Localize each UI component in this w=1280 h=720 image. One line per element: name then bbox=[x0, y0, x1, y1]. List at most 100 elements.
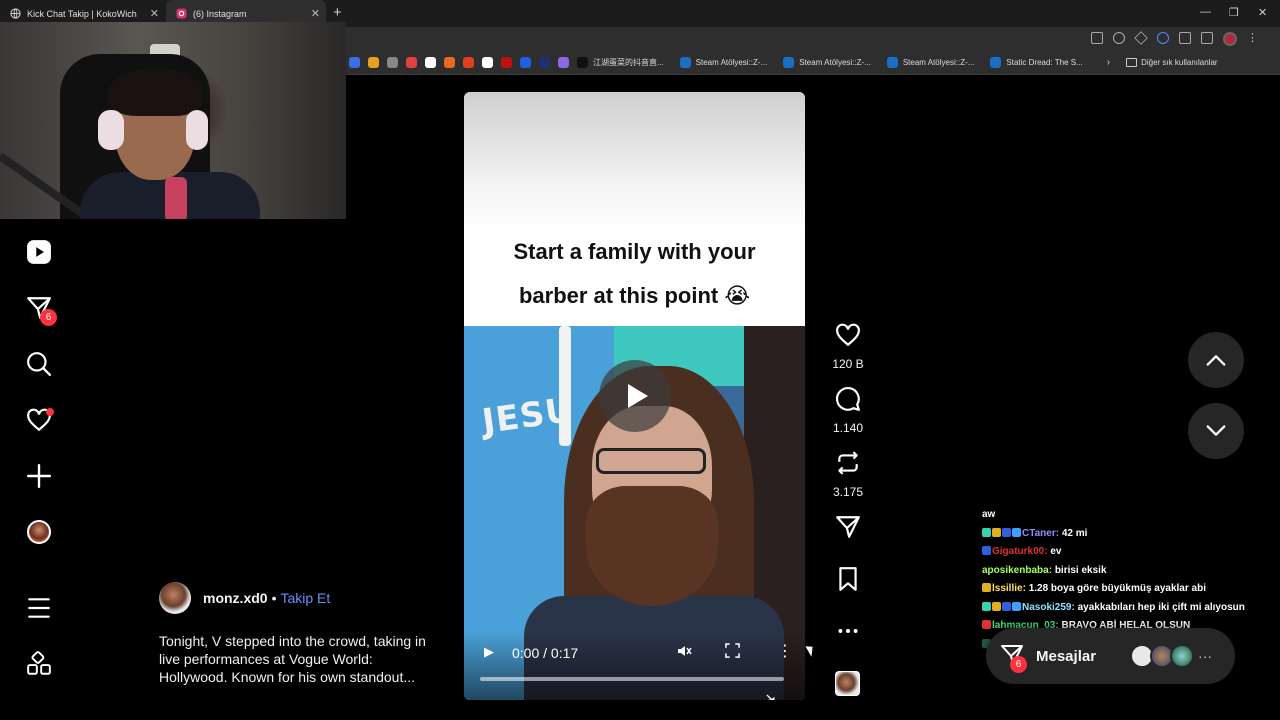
favorite-star-icon[interactable] bbox=[1134, 31, 1148, 45]
muted-indicator-icon[interactable] bbox=[766, 694, 781, 700]
messages-bar[interactable]: 6 Mesajlar ··· bbox=[986, 628, 1235, 684]
chat-message: lssillie: 1.28 boya göre büyükmüş ayakla… bbox=[982, 580, 1272, 599]
sidebar-item-profile[interactable] bbox=[24, 517, 54, 547]
bookmark-label: Steam Atölyesi::Z-... bbox=[695, 58, 768, 67]
bookmark-favicon-icon[interactable] bbox=[482, 57, 493, 68]
play-icon bbox=[627, 384, 648, 408]
reel-video[interactable]: Start a family with your barber at this … bbox=[464, 92, 805, 700]
author-avatar[interactable] bbox=[159, 582, 191, 614]
chevron-up-icon bbox=[1206, 355, 1226, 366]
close-tab-icon[interactable]: ✕ bbox=[150, 7, 159, 20]
new-tab-button[interactable]: + bbox=[333, 4, 342, 21]
comment-button[interactable]: 1.140 bbox=[826, 386, 870, 435]
bookmark-label: Static Dread: The S... bbox=[1006, 58, 1083, 67]
fullscreen-icon[interactable] bbox=[725, 643, 740, 661]
minimize-button[interactable]: — bbox=[1200, 6, 1211, 18]
share-button[interactable] bbox=[826, 514, 870, 545]
video-title-line: barber at this point 😭 bbox=[518, 283, 751, 308]
chat-badge-icon bbox=[992, 601, 1001, 611]
settings-more-icon[interactable]: ⋮ bbox=[1247, 32, 1258, 46]
bookmark-favicon-icon[interactable] bbox=[368, 57, 379, 68]
bookmark-favicon-icon[interactable] bbox=[387, 57, 398, 68]
bookmark-item[interactable]: Steam Atölyesi::Z-... bbox=[783, 57, 871, 68]
play-button[interactable] bbox=[599, 360, 671, 432]
reels-icon bbox=[27, 240, 51, 264]
bookmark-label: Steam Atölyesi::Z-... bbox=[799, 58, 871, 67]
bookmark-favicon-icon[interactable] bbox=[463, 57, 474, 68]
chat-badge-icon bbox=[992, 527, 1001, 537]
author-name[interactable]: monz.xd0 bbox=[203, 590, 268, 606]
chat-text: ev bbox=[1050, 546, 1062, 557]
sidebar-item-more[interactable] bbox=[24, 593, 54, 623]
other-bookmarks-folder[interactable]: Diğer sık kullanılanlar bbox=[1126, 58, 1218, 67]
chat-username: CTaner: bbox=[1022, 527, 1060, 539]
sidebar-item-create[interactable] bbox=[24, 461, 54, 491]
maximize-button[interactable]: ❐ bbox=[1229, 6, 1239, 19]
apps-icon[interactable] bbox=[1091, 32, 1103, 44]
webcam-headphone bbox=[186, 110, 208, 150]
chat-badge-icon bbox=[982, 527, 991, 537]
bookmark-favicon-icon[interactable] bbox=[501, 57, 512, 68]
sidebar-item-reels[interactable] bbox=[24, 237, 54, 267]
sidebar-item-notifications[interactable] bbox=[24, 405, 54, 435]
chat-message: Nasoki259: ayakkabıları hep iki çift mi … bbox=[982, 599, 1272, 618]
extensions-icon[interactable] bbox=[1179, 32, 1191, 44]
bookmark-favicon-icon bbox=[886, 57, 898, 68]
webcam-mic bbox=[165, 177, 187, 219]
follow-button[interactable]: Takip Et bbox=[280, 590, 330, 606]
bookmark-favicon-icon[interactable] bbox=[406, 57, 417, 68]
sidebar-item-search[interactable] bbox=[24, 349, 54, 379]
bookmark-label: Steam Atölyesi::Z-... bbox=[902, 58, 975, 67]
chat-badge-icon bbox=[1002, 601, 1011, 611]
bookmark-favicon-icon[interactable] bbox=[539, 57, 550, 68]
repost-icon bbox=[838, 451, 858, 475]
webcam-headphone bbox=[98, 110, 124, 150]
bookmark-favicon-icon[interactable] bbox=[349, 57, 360, 68]
repost-button[interactable]: 3.175 bbox=[826, 450, 870, 499]
audio-thumbnail[interactable] bbox=[835, 671, 860, 696]
sidebar-item-also-from-meta[interactable] bbox=[24, 649, 54, 679]
share-icon bbox=[836, 516, 860, 538]
next-reel-button[interactable] bbox=[1188, 403, 1244, 459]
post-caption[interactable]: Tonight, V stepped into the crowd, takin… bbox=[159, 632, 449, 686]
more-options-icon[interactable]: ⋮ bbox=[777, 641, 793, 661]
message-avatars bbox=[1130, 644, 1195, 668]
progress-bar[interactable] bbox=[480, 677, 784, 681]
mute-icon[interactable] bbox=[676, 643, 692, 662]
bookmark-item[interactable]: Steam Atölyesi::Z-... bbox=[679, 57, 768, 68]
bookmark-favicon-icon[interactable] bbox=[444, 57, 455, 68]
bookmark-item[interactable]: Static Dread: The S... bbox=[990, 57, 1083, 68]
bookmark-favicon-icon bbox=[783, 57, 795, 68]
like-button[interactable]: 120 B bbox=[826, 322, 870, 371]
bookmark-favicon-icon bbox=[679, 57, 691, 68]
collections-icon[interactable] bbox=[1201, 32, 1213, 44]
bookmark-item[interactable]: Steam Atölyesi::Z-... bbox=[886, 57, 975, 68]
more-dots-icon[interactable]: ··· bbox=[1198, 648, 1212, 664]
scene-comb bbox=[559, 326, 571, 446]
zoom-icon[interactable] bbox=[1113, 32, 1125, 44]
bookmark-favicon-icon[interactable] bbox=[558, 57, 569, 68]
search-icon bbox=[27, 352, 52, 377]
comment-count: 1.140 bbox=[832, 421, 864, 435]
close-tab-icon[interactable]: ✕ bbox=[311, 7, 320, 20]
menu-icon bbox=[28, 598, 50, 618]
bookmark-item[interactable]: 江湖蛋菜的抖音直... bbox=[577, 57, 664, 68]
toolbar-icons: ⋮ bbox=[1091, 31, 1258, 46]
chat-badge-icon bbox=[1012, 527, 1021, 537]
video-controls: ▶ 0:00 / 0:17 ⋮ bbox=[464, 632, 805, 700]
chat-badge-icon bbox=[1012, 601, 1021, 611]
caption-line: Tonight, V stepped into the crowd, takin… bbox=[159, 633, 426, 649]
save-button[interactable] bbox=[826, 566, 870, 597]
profile-icon[interactable] bbox=[1223, 32, 1237, 46]
close-window-button[interactable]: ✕ bbox=[1258, 6, 1267, 19]
scene-glasses bbox=[596, 448, 706, 474]
more-button[interactable] bbox=[826, 618, 870, 649]
bookmarks-overflow-chevron-icon[interactable]: › bbox=[1107, 57, 1110, 68]
tab-title: (6) Instagram bbox=[193, 8, 247, 19]
read-aloud-icon[interactable] bbox=[1157, 32, 1169, 44]
bookmark-favicon-icon[interactable] bbox=[520, 57, 531, 68]
previous-reel-button[interactable] bbox=[1188, 332, 1244, 388]
sidebar-item-messages[interactable]: 6 bbox=[24, 293, 57, 326]
bookmark-favicon-icon[interactable] bbox=[425, 57, 436, 68]
play-control-icon[interactable]: ▶ bbox=[484, 644, 494, 660]
